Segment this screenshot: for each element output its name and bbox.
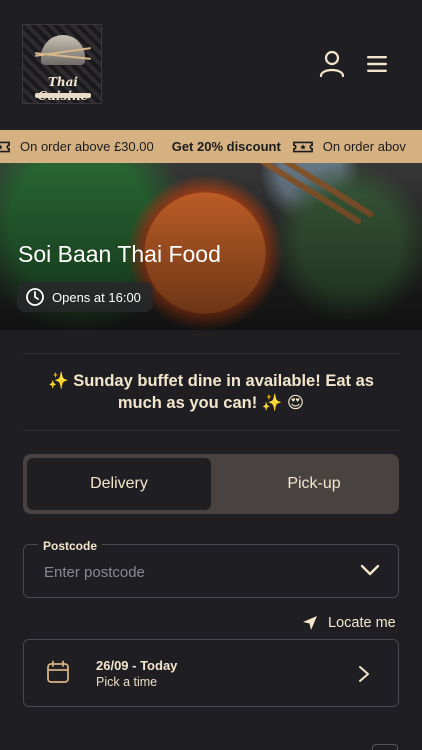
postcode-label: Postcode <box>38 539 103 553</box>
restaurant-hero: Soi Baan Thai Food Opens at 16:00 <box>0 163 422 330</box>
time-picker[interactable]: 26/09 - Today Pick a time <box>23 639 399 707</box>
promo-highlight: Get 20% discount <box>171 139 281 154</box>
ticket-icon <box>0 141 10 152</box>
promo-item: On order abov <box>292 139 406 155</box>
promo-item: On order above £30.00 Get 20% discount <box>0 139 293 155</box>
chevron-right-icon <box>359 666 369 682</box>
chevron-down-icon[interactable] <box>360 563 380 577</box>
calendar-icon <box>47 660 69 683</box>
user-icon <box>319 50 345 78</box>
restaurant-logo[interactable]: Thai Cuisine <box>22 24 102 104</box>
logo-subtitle-bar <box>35 93 91 98</box>
locate-me-button[interactable]: Locate me <box>302 612 396 634</box>
logo-brand-text: Thai Cuisine <box>38 75 89 103</box>
locate-me-label: Locate me <box>328 615 396 631</box>
ticket-icon <box>292 141 313 152</box>
next-card-edge <box>372 744 398 750</box>
app-header: Thai Cuisine <box>0 0 422 130</box>
clock-icon <box>26 288 44 306</box>
location-arrow-icon <box>303 616 317 630</box>
pick-time-label: Pick a time <box>96 675 158 689</box>
account-button[interactable] <box>316 48 348 80</box>
restaurant-name: Soi Baan Thai Food <box>18 241 221 267</box>
promo-condition: On order abov <box>322 139 406 154</box>
delivery-option[interactable]: Delivery <box>27 458 211 510</box>
promo-banner: On order above £30.00 Get 20% discount O… <box>0 130 422 163</box>
divider <box>22 353 400 354</box>
menu-button[interactable] <box>361 48 393 80</box>
selected-date: 26/09 - Today <box>96 658 178 673</box>
opening-time-text: Opens at 16:00 <box>52 289 141 305</box>
divider <box>22 430 400 431</box>
hamburger-menu-icon <box>367 56 387 72</box>
pickup-option[interactable]: Pick-up <box>234 458 394 510</box>
order-type-toggle: Delivery Pick-up <box>23 454 399 514</box>
postcode-input[interactable] <box>44 561 344 583</box>
announcement-text: ✨ Sunday buffet dine in available! Eat a… <box>48 372 374 412</box>
promo-condition: On order above £30.00 <box>20 139 154 154</box>
opening-time-badge: Opens at 16:00 <box>17 282 153 312</box>
